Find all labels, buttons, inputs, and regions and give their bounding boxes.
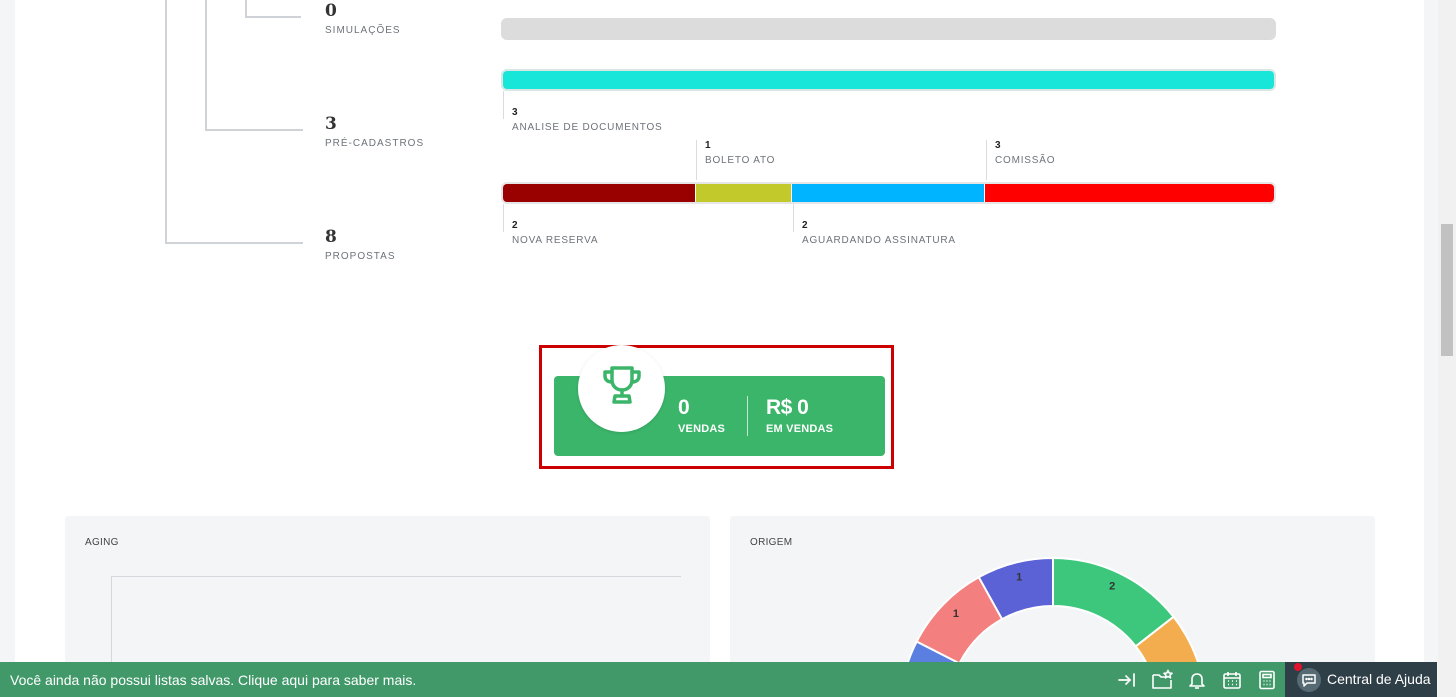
comissao-count: 3: [995, 140, 1001, 151]
precadastros-bar[interactable]: [501, 69, 1276, 91]
help-center-label[interactable]: Central de Ajuda: [1327, 671, 1431, 687]
precadastros-count: 3: [325, 114, 337, 134]
comissao-label: COMISSÃO: [995, 155, 1056, 166]
boleto-ato-label: BOLETO ATO: [705, 155, 776, 166]
sales-count: 0: [678, 396, 690, 419]
calendar-icon[interactable]: [1219, 667, 1245, 693]
trophy-badge: [578, 345, 665, 432]
bar-segment-analise-documentos[interactable]: [503, 71, 1274, 89]
aguardando-assinatura-label: AGUARDANDO ASSINATURA: [802, 235, 956, 246]
saved-lists-message[interactable]: Você ainda não possui listas salvas. Cli…: [10, 672, 416, 688]
folder-star-icon[interactable]: [1149, 667, 1175, 693]
trophy-icon: [598, 362, 646, 415]
aguardando-assinatura-count: 2: [802, 220, 808, 231]
scrollbar-thumb[interactable]: [1441, 224, 1453, 356]
sales-amount-label: EM VENDAS: [766, 423, 834, 435]
donut-slice-pink-label: 1: [953, 608, 959, 620]
saved-lists-bar[interactable]: Você ainda não possui listas salvas. Cli…: [0, 662, 1285, 697]
bell-icon[interactable]: [1184, 667, 1210, 693]
analise-documentos-count: 3: [512, 107, 518, 118]
donut-slice-purple-label: 1: [1016, 571, 1022, 583]
nova-reserva-count: 2: [512, 220, 518, 231]
sales-count-label: VENDAS: [678, 423, 726, 435]
bar-segment-aguardando-assinatura[interactable]: [792, 184, 985, 202]
calculator-icon[interactable]: [1254, 667, 1280, 693]
notification-dot: [1294, 663, 1302, 671]
collapse-icon[interactable]: [1114, 667, 1140, 693]
sales-divider: [747, 396, 748, 436]
boleto-ato-count: 1: [705, 140, 711, 151]
simulacoes-label: SIMULAÇÕES: [325, 25, 401, 36]
nova-reserva-label: NOVA RESERVA: [512, 235, 599, 246]
donut-slice-green-label: 2: [1109, 581, 1115, 593]
bar-segment-nova-reserva[interactable]: [503, 184, 696, 202]
precadastros-label: PRÉ-CADASTROS: [325, 138, 425, 149]
chat-icon[interactable]: [1297, 668, 1321, 692]
analise-documentos-label: ANALISE DE DOCUMENTOS: [512, 122, 663, 133]
propostas-bar[interactable]: [501, 182, 1276, 204]
tree-connector-propostas: [165, 0, 303, 244]
bar-segment-boleto-ato[interactable]: [695, 184, 793, 202]
propostas-count: 8: [325, 227, 337, 247]
aging-title: AGING: [85, 537, 119, 548]
sales-amount: R$ 0: [766, 396, 809, 419]
propostas-label: PROPOSTAS: [325, 251, 396, 262]
simulacoes-count: 0: [325, 1, 337, 21]
simulacoes-bar[interactable]: [501, 18, 1276, 40]
bar-segment-comissao[interactable]: [984, 184, 1274, 202]
